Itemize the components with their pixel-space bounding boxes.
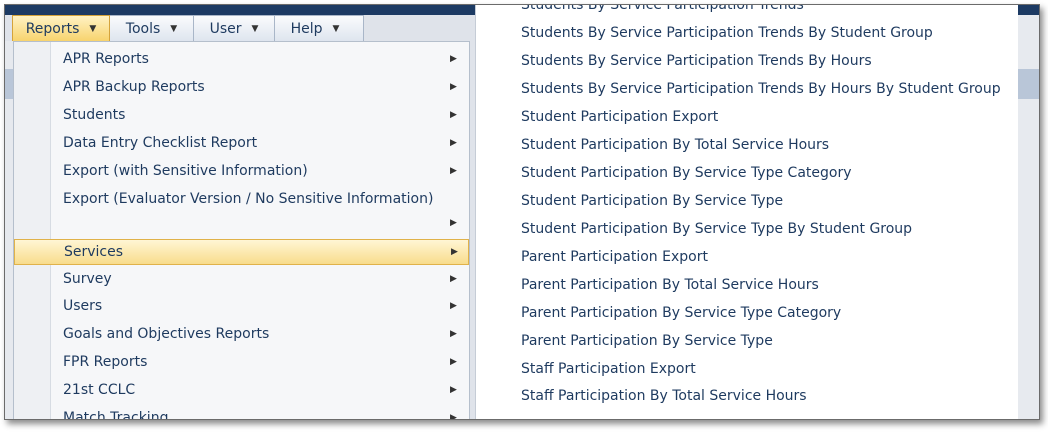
menu-item-label: FPR Reports	[63, 354, 148, 370]
menu-item-label: 21st CCLC	[63, 382, 136, 398]
chevron-right-icon: ▶	[450, 357, 457, 367]
submenu-item[interactable]: Students By Service Participation Trends…	[521, 25, 933, 41]
header-bar	[5, 5, 475, 15]
menu-item-students[interactable]: Students ▶	[14, 103, 469, 129]
menu-help[interactable]: Help ▼	[275, 16, 355, 42]
menu-item-label: Export (with Sensitive Information)	[63, 163, 308, 179]
menu-item-label: Match Tracking	[63, 410, 169, 420]
reports-dropdown: APR Reports ▶ APR Backup Reports ▶ Stude…	[13, 41, 470, 420]
menu-item-export-sensitive[interactable]: Export (with Sensitive Information) ▶	[14, 159, 469, 185]
menu-item-label: APR Backup Reports	[63, 79, 205, 95]
menu-bar: Reports ▼ Tools ▼ User ▼ Help ▼	[12, 15, 364, 43]
chevron-right-icon: ▶	[450, 54, 457, 64]
menu-item-label: Goals and Objectives Reports	[63, 326, 270, 342]
menu-item-data-entry-checklist[interactable]: Data Entry Checklist Report ▶	[14, 131, 469, 157]
chevron-right-icon: ▶	[450, 82, 457, 92]
submenu-item[interactable]: Student Participation By Service Type	[521, 193, 783, 209]
menu-item-label: Data Entry Checklist Report	[63, 135, 258, 151]
chevron-down-icon: ▼	[332, 24, 340, 34]
menu-item-label: Students	[63, 107, 126, 123]
chevron-down-icon: ▼	[89, 24, 97, 34]
menu-item-users[interactable]: Users ▶	[14, 294, 469, 320]
screenshot-frame: Reports ▼ Tools ▼ User ▼ Help ▼ APR Repo…	[4, 4, 1040, 420]
menu-item-label: Export (Evaluator Version / No Sensitive…	[63, 191, 434, 207]
background-page-left-band	[5, 69, 13, 99]
chevron-right-icon: ▶	[450, 274, 457, 284]
menu-item-label: APR Reports	[63, 51, 149, 67]
menu-user-label: User	[209, 21, 242, 37]
chevron-right-icon: ▶	[450, 301, 457, 311]
submenu-item[interactable]: Students By Service Participation Trends	[521, 5, 804, 13]
chevron-right-icon: ▶	[451, 247, 458, 257]
submenu-item[interactable]: Staff Participation Export	[521, 361, 696, 377]
menu-user[interactable]: User ▼	[194, 16, 275, 42]
submenu-item[interactable]: Students By Service Participation Trends…	[521, 81, 1001, 97]
chevron-right-icon: ▶	[450, 413, 457, 420]
submenu-item[interactable]: Student Participation By Service Type By…	[521, 221, 912, 237]
menu-item-label: Services	[64, 244, 124, 260]
header-bar-right	[1017, 5, 1039, 15]
menu-item-label: Users	[63, 298, 103, 314]
menu-item-goals-objectives[interactable]: Goals and Objectives Reports ▶	[14, 322, 469, 348]
chevron-right-icon: ▶	[450, 385, 457, 395]
chevron-right-icon: ▶	[450, 110, 457, 120]
menu-item-fpr-reports[interactable]: FPR Reports ▶	[14, 350, 469, 376]
submenu-item[interactable]: Student Participation By Service Type Ca…	[521, 165, 852, 181]
services-submenu: Students By Service Participation Trends…	[475, 5, 1018, 419]
submenu-item[interactable]: Student Participation By Total Service H…	[521, 137, 829, 153]
menu-tools-label: Tools	[125, 21, 161, 37]
menu-reports[interactable]: Reports ▼	[12, 15, 110, 43]
submenu-item[interactable]: Student Participation Export	[521, 109, 718, 125]
menu-item-services[interactable]: Services ▶	[14, 239, 469, 265]
chevron-right-icon: ▶	[450, 329, 457, 339]
menu-item-label: Survey	[63, 271, 112, 287]
submenu-item[interactable]: Parent Participation By Service Type Cat…	[521, 305, 841, 321]
menu-reports-label: Reports	[25, 21, 80, 37]
menu-help-label: Help	[290, 21, 323, 37]
submenu-item[interactable]: Parent Participation By Total Service Ho…	[521, 277, 819, 293]
menu-tools[interactable]: Tools ▼	[110, 16, 194, 42]
submenu-item[interactable]: Parent Participation By Service Type	[521, 333, 773, 349]
menu-item-export-evaluator[interactable]: Export (Evaluator Version / No Sensitive…	[14, 187, 469, 213]
chevron-right-icon: ▶	[450, 138, 457, 148]
menu-item-apr-backup-reports[interactable]: APR Backup Reports ▶	[14, 75, 469, 101]
chevron-down-icon: ▼	[170, 24, 178, 34]
menu-item-survey[interactable]: Survey ▶	[14, 267, 469, 293]
chevron-right-icon: ▶	[450, 218, 457, 228]
submenu-item[interactable]: Parent Participation Export	[521, 249, 708, 265]
chevron-down-icon: ▼	[251, 24, 259, 34]
background-page-band	[1017, 69, 1039, 99]
menu-item-match-tracking[interactable]: Match Tracking ▶	[14, 406, 469, 420]
submenu-item[interactable]: Staff Participation By Total Service Hou…	[521, 388, 807, 404]
menu-item-21st-cclc[interactable]: 21st CCLC ▶	[14, 378, 469, 404]
menu-item-apr-reports[interactable]: APR Reports ▶	[14, 47, 469, 73]
chevron-right-icon: ▶	[450, 166, 457, 176]
submenu-item[interactable]: Students By Service Participation Trends…	[521, 53, 872, 69]
menu-item-blank[interactable]: ▶	[14, 211, 469, 237]
